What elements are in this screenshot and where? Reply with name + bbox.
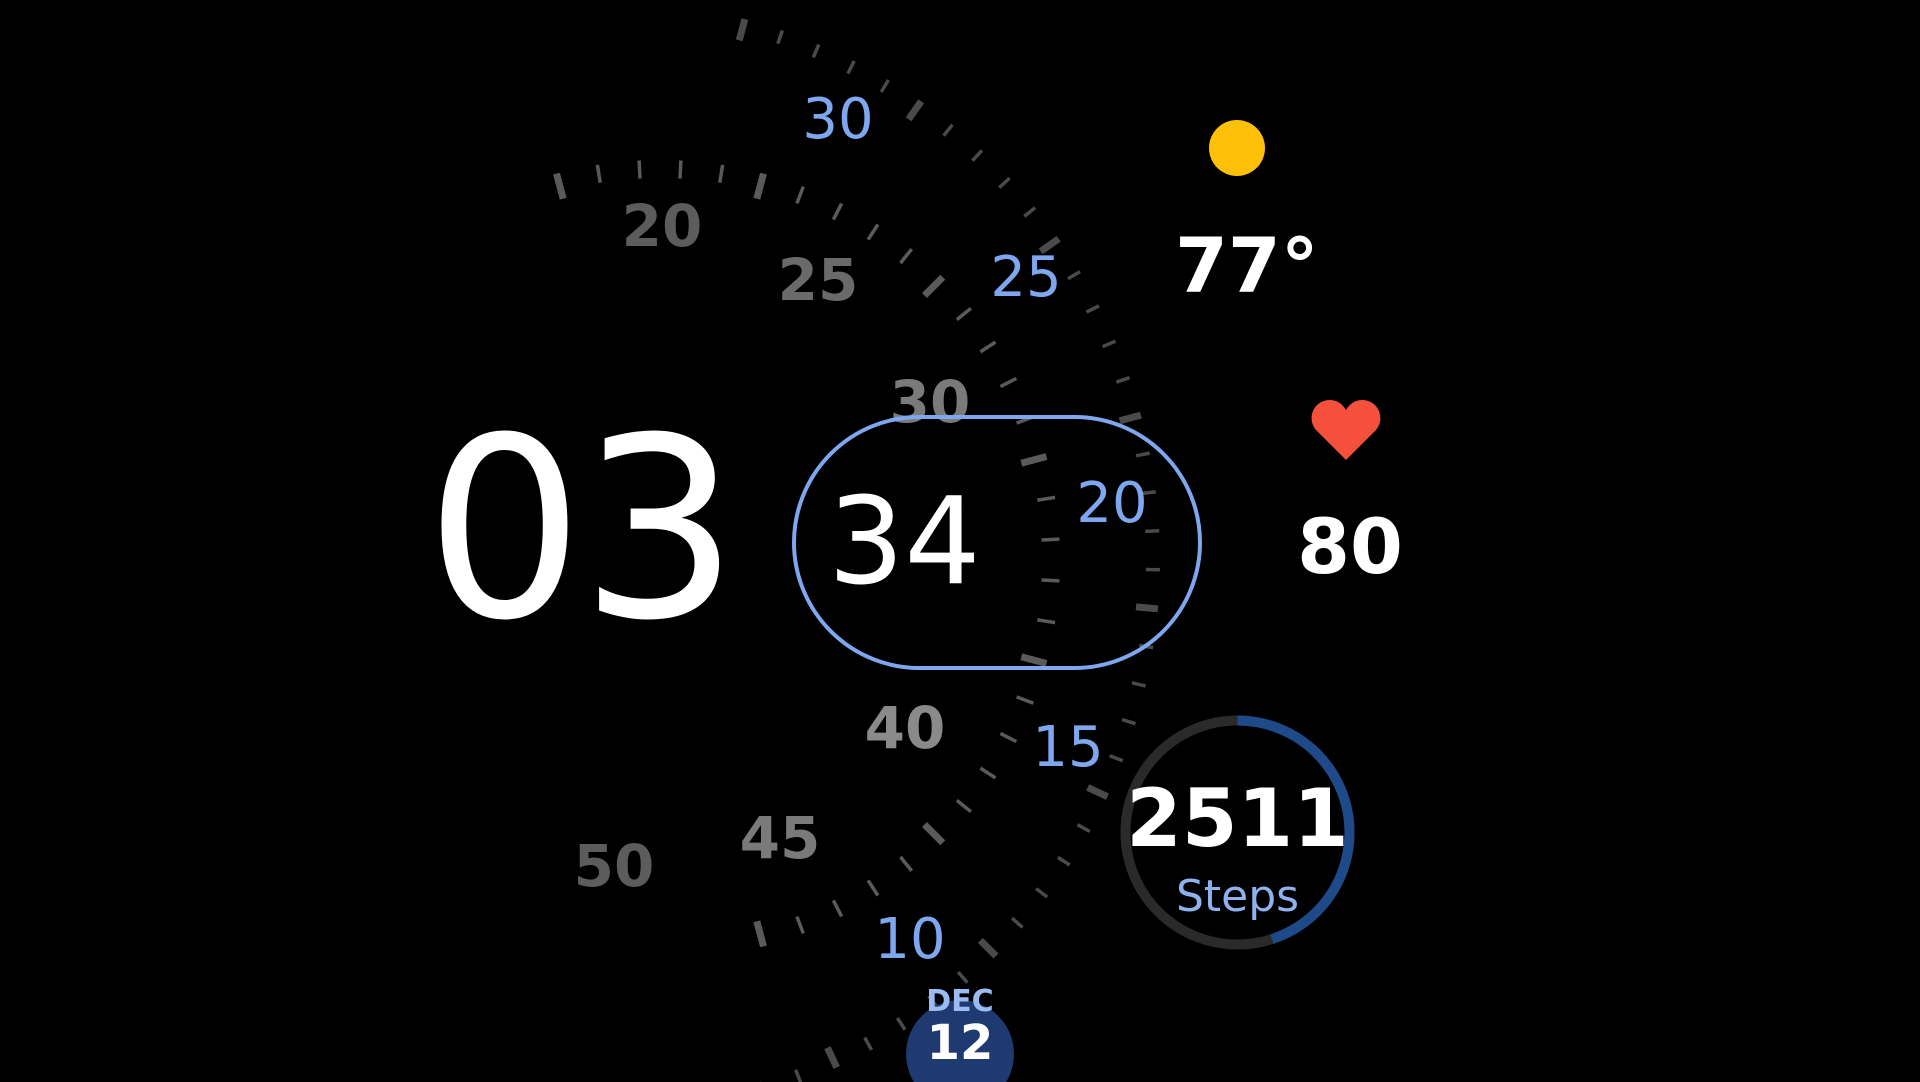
minute-tick xyxy=(795,185,805,205)
minute-tick xyxy=(999,731,1018,744)
second-tick xyxy=(1086,784,1109,800)
second-tick xyxy=(846,60,856,75)
second-tick xyxy=(1118,411,1142,425)
second-tick xyxy=(977,937,999,959)
minute-tick xyxy=(922,822,946,846)
minute-tick xyxy=(595,164,602,183)
minute-scale-label: 50 xyxy=(574,832,655,900)
second-tick xyxy=(794,1069,803,1082)
date-day: 12 xyxy=(926,1015,994,1071)
second-scale-label: 30 xyxy=(802,87,873,152)
minute-tick xyxy=(1015,695,1035,705)
second-scale-label: 15 xyxy=(1032,715,1103,780)
minute-scale-label: 40 xyxy=(865,694,946,762)
minute-tick xyxy=(831,202,844,221)
sun-icon xyxy=(1209,120,1265,176)
minute-tick xyxy=(637,160,642,179)
minute-tick xyxy=(753,920,767,948)
minute-tick xyxy=(979,340,997,354)
steps-count: 2511 xyxy=(1126,772,1349,865)
second-tick xyxy=(895,1016,907,1031)
second-tick xyxy=(1076,823,1091,834)
minute-scale-label: 20 xyxy=(622,192,703,260)
second-tick xyxy=(824,1046,840,1069)
second-tick xyxy=(971,149,984,162)
second-tick xyxy=(863,1036,874,1051)
second-tick xyxy=(1056,855,1071,867)
second-tick xyxy=(1067,270,1081,281)
second-tick xyxy=(1085,304,1100,314)
minute-tick xyxy=(899,855,914,872)
second-tick xyxy=(956,970,969,984)
minute-tick xyxy=(955,306,972,321)
heart-rate-complication[interactable]: 80 xyxy=(1290,505,1410,589)
second-tick xyxy=(1131,681,1147,688)
minute-tick xyxy=(899,248,914,265)
second-tick xyxy=(1101,339,1117,349)
date-month: DEC xyxy=(926,984,994,1019)
minute-tick xyxy=(831,899,844,918)
second-tick xyxy=(905,99,925,122)
minute-tick xyxy=(678,160,683,179)
second-scale-label: 10 xyxy=(874,907,945,972)
minute-tick xyxy=(795,915,805,935)
temperature-complication[interactable]: 77° xyxy=(1175,222,1355,310)
minute-tick xyxy=(866,879,880,897)
minute-display: 34 xyxy=(828,473,981,612)
second-tick xyxy=(1010,916,1024,929)
second-tick xyxy=(1115,376,1131,384)
minute-tick xyxy=(553,172,567,200)
watch-face: 20 25 30 40 45 50 30 25 20 15 10 03 34 77° 80 251… xyxy=(0,0,1920,1082)
second-tick xyxy=(776,29,784,45)
minute-tick xyxy=(979,766,997,780)
minute-tick xyxy=(718,164,725,183)
minute-scale-label: 25 xyxy=(778,246,859,314)
second-scale-label: 25 xyxy=(990,245,1061,310)
second-tick xyxy=(735,18,749,42)
second-tick xyxy=(811,43,821,59)
second-tick xyxy=(1035,887,1049,899)
second-tick xyxy=(879,79,890,93)
second-tick xyxy=(998,176,1011,189)
steps-label: Steps xyxy=(1175,871,1300,922)
hour-display: 03 xyxy=(425,384,739,675)
minute-tick xyxy=(753,172,767,200)
minute-scale-label: 45 xyxy=(740,804,821,872)
second-tick xyxy=(942,123,954,137)
minute-tick xyxy=(922,274,946,298)
minute-tick xyxy=(999,376,1018,389)
minute-tick xyxy=(866,223,880,241)
heart-icon xyxy=(1311,400,1381,460)
minute-tick xyxy=(955,799,972,814)
second-tick xyxy=(1023,206,1037,218)
